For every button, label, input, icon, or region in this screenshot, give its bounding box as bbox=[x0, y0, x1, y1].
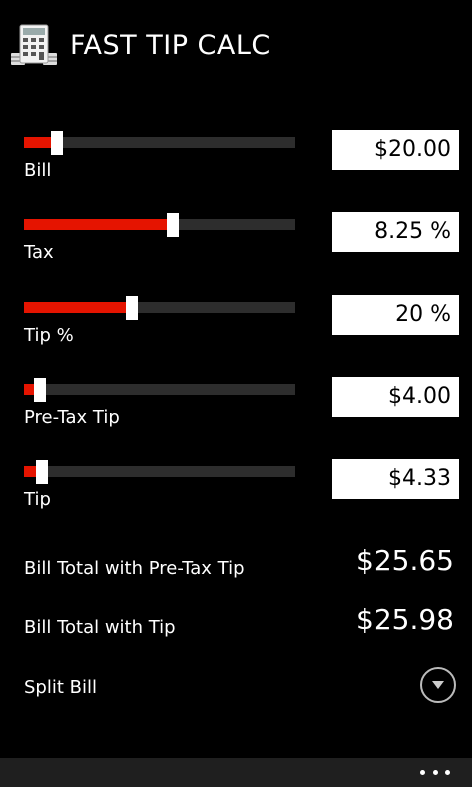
more-icon bbox=[420, 769, 425, 775]
tip-slider[interactable] bbox=[24, 457, 295, 487]
pre-tax-total-value: $25.65 bbox=[356, 544, 454, 577]
pre-tax-total-row: Bill Total with Pre-Tax Tip $25.65 bbox=[0, 544, 472, 584]
pre-tax-total-label: Bill Total with Pre-Tax Tip bbox=[24, 558, 245, 579]
pre-tax-tip-label: Pre-Tax Tip bbox=[24, 407, 120, 428]
tip-row: Tip bbox=[0, 457, 472, 527]
tax-slider[interactable] bbox=[24, 210, 295, 240]
slider-track bbox=[24, 137, 295, 148]
tip-percent-input[interactable] bbox=[332, 295, 459, 335]
tip-input[interactable] bbox=[332, 459, 459, 499]
calculator-money-icon bbox=[11, 24, 57, 65]
pre-tax-tip-input[interactable] bbox=[332, 377, 459, 417]
split-bill-label: Split Bill bbox=[24, 677, 97, 698]
slider-fill bbox=[24, 219, 173, 230]
slider-thumb[interactable] bbox=[51, 131, 63, 155]
tax-input[interactable] bbox=[332, 212, 459, 252]
more-icon bbox=[445, 769, 450, 775]
more-icon bbox=[432, 769, 438, 775]
tip-label: Tip bbox=[24, 489, 51, 510]
bill-slider[interactable] bbox=[24, 128, 295, 158]
tip-total-value: $25.98 bbox=[356, 603, 454, 636]
split-bill-row: Split Bill bbox=[0, 665, 472, 705]
pre-tax-tip-slider[interactable] bbox=[24, 375, 295, 405]
app-header: FAST TIP CALC bbox=[10, 20, 271, 70]
bill-label: Bill bbox=[24, 160, 52, 181]
app-title: FAST TIP CALC bbox=[70, 29, 271, 61]
bill-input[interactable] bbox=[332, 130, 459, 170]
slider-thumb[interactable] bbox=[34, 378, 46, 402]
tip-total-label: Bill Total with Tip bbox=[24, 617, 176, 638]
slider-thumb[interactable] bbox=[36, 460, 48, 484]
tax-row: Tax bbox=[0, 210, 472, 280]
pre-tax-tip-row: Pre-Tax Tip bbox=[0, 375, 472, 445]
slider-track bbox=[24, 384, 295, 395]
more-options-button[interactable] bbox=[420, 764, 450, 780]
bill-row: Bill bbox=[0, 128, 472, 198]
slider-thumb[interactable] bbox=[167, 213, 179, 237]
tax-label: Tax bbox=[24, 242, 54, 263]
slider-track bbox=[24, 466, 295, 477]
split-bill-expand-button[interactable] bbox=[420, 667, 456, 703]
tip-percent-slider[interactable] bbox=[24, 293, 295, 323]
tip-total-row: Bill Total with Tip $25.98 bbox=[0, 603, 472, 643]
slider-thumb[interactable] bbox=[126, 296, 138, 320]
app-bar bbox=[0, 758, 472, 787]
app-page: FAST TIP CALC Bill Tax Tip % bbox=[0, 0, 472, 787]
slider-fill bbox=[24, 302, 132, 313]
chevron-down-icon bbox=[432, 681, 444, 689]
tip-percent-label: Tip % bbox=[24, 325, 74, 346]
tip-percent-row: Tip % bbox=[0, 293, 472, 363]
